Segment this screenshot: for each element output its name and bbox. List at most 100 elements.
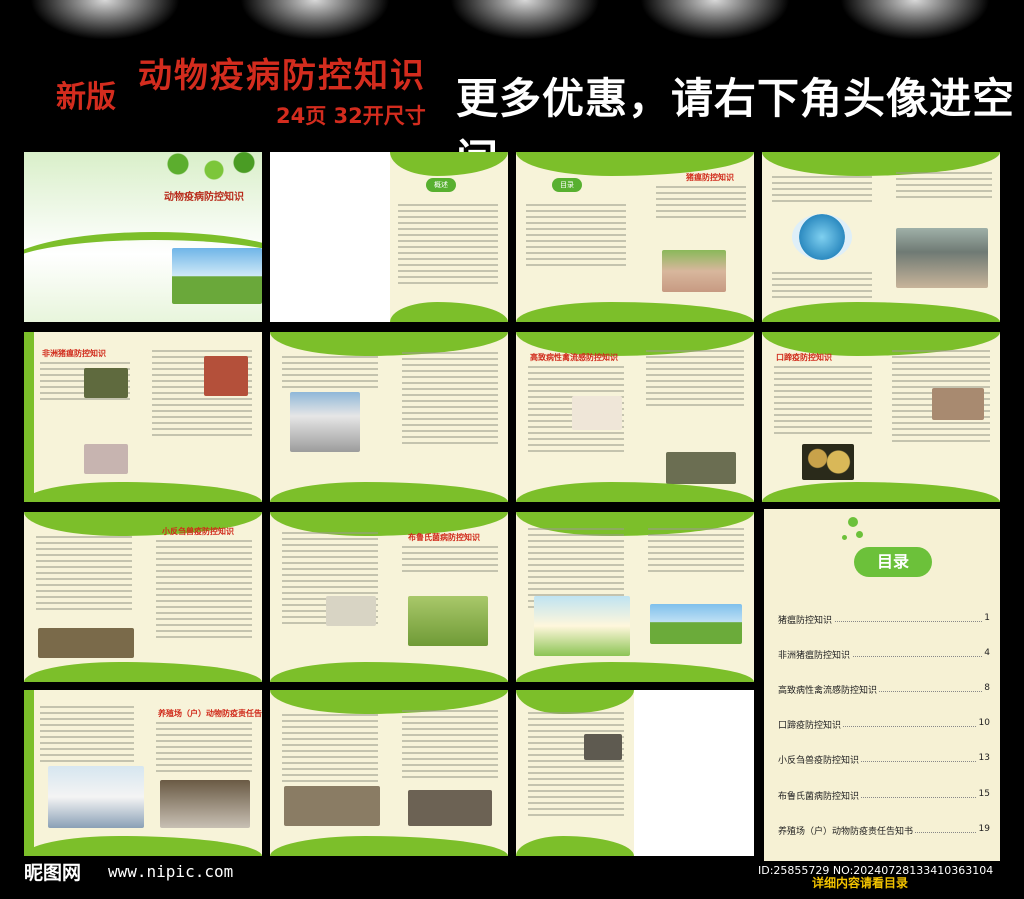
cover-collage-image (172, 248, 262, 304)
ppr-title: 小反刍兽疫防控知识 (162, 527, 234, 536)
spotlight (240, 0, 390, 40)
spotlight (30, 0, 180, 40)
ducks-image (666, 452, 736, 484)
cover-page: 动物疫病防控知识 (24, 152, 262, 322)
toc-entry-label: 猪瘟防控知识 (778, 613, 835, 626)
avian-flu-text-right (646, 350, 744, 410)
swine-fever-title: 猪瘟防控知识 (686, 173, 734, 182)
decorative-dot (856, 531, 863, 538)
blank-page (634, 690, 754, 856)
farm-building-image (290, 392, 360, 452)
brucellosis-title: 布鲁氏菌病防控知识 (408, 533, 480, 542)
toc-entry[interactable]: 口蹄疫防控知识 10 (778, 718, 990, 732)
ppr-text-right (156, 540, 252, 642)
avian-flu-title: 高致病性禽流感防控知识 (530, 353, 618, 362)
brucellosis-page: 布鲁氏菌病防控知识 (270, 512, 508, 682)
sick-pig-image (84, 444, 128, 474)
page-bottom-wave (762, 482, 1000, 502)
watermark-brand: 昵图网 (24, 862, 82, 884)
toc-entry-label: 养殖场（户）动物防疫责任告知书 (778, 824, 916, 837)
toc-entry-label: 布鲁氏菌病防控知识 (778, 789, 862, 802)
ppr-page: 小反刍兽疫防控知识 (24, 512, 262, 682)
cover-title: 动物疫病防控知识 (164, 192, 244, 203)
product-title: 动物疫病防控知识 (138, 56, 426, 96)
page-sidebar (24, 690, 34, 856)
fmd-title: 口蹄疫防控知识 (776, 353, 832, 362)
notice-detail-page (270, 690, 508, 856)
edition-badge: 新版 (56, 80, 116, 115)
fmd-text (774, 366, 872, 438)
virus-image (792, 214, 852, 260)
farm-page (270, 332, 508, 502)
cow-image (408, 596, 488, 646)
page-bottom-wave (390, 302, 508, 322)
spotlight (840, 0, 990, 40)
decorative-dot (848, 517, 858, 527)
toc-small-badge: 目录 (552, 178, 582, 192)
virus-text-left (772, 176, 872, 206)
inspection-image (160, 780, 250, 828)
toc-heading: 目录 (854, 547, 932, 577)
brucellosis-text-right (402, 546, 498, 576)
blank-page (270, 152, 390, 322)
toc-entry-label: 非洲猪瘟防控知识 (778, 648, 853, 661)
page-bottom-wave (270, 482, 508, 502)
virus-text-bottom (772, 272, 872, 302)
boar-image (84, 368, 128, 398)
ppr-text-left (36, 536, 132, 614)
toc-entry[interactable]: 高致病性禽流感防控知识 8 (778, 683, 990, 697)
goat-pen-image (38, 628, 134, 658)
pigs-image (662, 250, 726, 292)
product-spec: 24页 32开尺寸 (276, 104, 426, 128)
toc-entry[interactable]: 猪瘟防控知识 1 (778, 613, 990, 627)
lab-workers-image (48, 766, 144, 828)
livestock-page (516, 512, 754, 682)
avian-flu-page: 高致病性禽流感防控知识 (516, 332, 754, 502)
page-top-wave (516, 690, 634, 714)
farm-text-right (402, 352, 498, 448)
organ-image (204, 356, 248, 396)
toc-entry[interactable]: 非洲猪瘟防控知识 4 (778, 648, 990, 662)
overview-text (398, 204, 498, 288)
spotlight (640, 0, 790, 40)
toc-small-list (526, 204, 626, 270)
pasture-image (650, 604, 742, 644)
vet-image (584, 734, 622, 760)
page-bottom-wave (24, 836, 262, 856)
livestock-text-right (648, 528, 744, 576)
toc-entry-label: 口蹄疫防控知识 (778, 718, 844, 731)
virus-particle-image (802, 444, 854, 480)
watermark-site: www.nipic.com (108, 862, 234, 881)
cattle-barn-image (408, 790, 492, 826)
toc-entry-page: 4 (982, 648, 990, 658)
toc-entry[interactable]: 布鲁氏菌病防控知识 15 (778, 789, 990, 803)
notice-detail-right (402, 710, 498, 782)
overview-badge: 概述 (426, 178, 456, 192)
pig-barn-image (896, 228, 988, 288)
toc-entry[interactable]: 小反刍兽疫防控知识 13 (778, 753, 990, 767)
notice-title: 养殖场（户）动物防疫责任告知书 (158, 709, 262, 718)
page-bottom-wave (24, 662, 262, 682)
page-sidebar (24, 332, 34, 502)
farm-text (282, 356, 378, 392)
barn-text (896, 172, 992, 202)
page-bottom-wave (516, 662, 754, 682)
page-bottom-wave (516, 302, 754, 322)
cover-leaves (142, 152, 262, 182)
notice-detail-left (282, 714, 378, 786)
toc-entry-page: 15 (976, 789, 990, 799)
page-bottom-wave (270, 836, 508, 856)
decorative-dot (842, 535, 847, 540)
toc-entry-page: 1 (982, 613, 990, 623)
cartoon-animals-image (534, 596, 630, 656)
footer-note: 详细内容请看目录 (812, 876, 909, 890)
pig-pen-image (284, 786, 380, 826)
fmd-page: 口蹄疫防控知识 (762, 332, 1000, 502)
page-bottom-wave (270, 662, 508, 682)
toc-entry-page: 13 (976, 753, 990, 763)
overview-page: 概述 (390, 152, 508, 322)
last-page (516, 690, 634, 856)
toc-entry[interactable]: 养殖场（户）动物防疫责任告知书 19 (778, 824, 990, 838)
toc-entry-page: 8 (982, 683, 990, 693)
asf-page: 非洲猪瘟防控知识 (24, 332, 262, 502)
